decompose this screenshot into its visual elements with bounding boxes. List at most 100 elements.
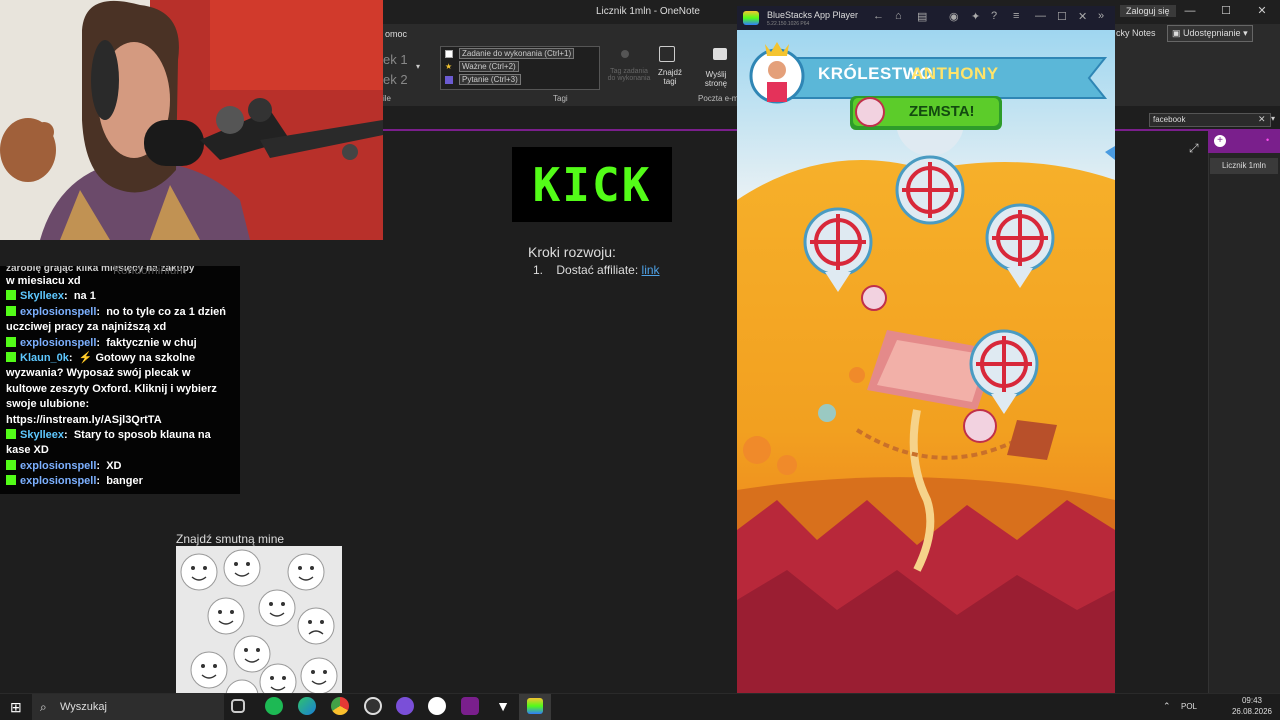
task-view-icon[interactable]: [231, 699, 245, 713]
bs-minimize-icon[interactable]: —: [1035, 10, 1046, 22]
smiley-puzzle: [176, 546, 342, 694]
style-group-label: ile: [383, 94, 392, 103]
page-star-icon: •: [1266, 135, 1270, 145]
kick-badge-icon: [6, 475, 16, 486]
rocket-icon[interactable]: ✦: [971, 10, 980, 23]
share-button[interactable]: ▣ Udostępnianie ▾: [1167, 25, 1253, 42]
chat-message: Skylleex: na 1: [6, 289, 234, 304]
expand-icon[interactable]: ⤢: [1189, 141, 1199, 156]
minimize-button[interactable]: —: [1172, 0, 1208, 24]
chat-user[interactable]: Skylleex: [20, 290, 64, 302]
chat-text: na 1: [73, 290, 96, 303]
tag-important-label: Ważne (Ctrl+2): [459, 61, 519, 72]
bluestacks-icon: [527, 698, 543, 714]
chat-message: explosionspell: no to tyle co za 1 dzień…: [6, 305, 226, 334]
search-icon: ⌕: [40, 700, 47, 714]
pages-panel: [1208, 131, 1280, 693]
chat-user[interactable]: explosionspell: [20, 337, 96, 349]
note-list-item: 1. Dostać affiliate: link: [533, 263, 660, 277]
list-text: Dostać affiliate:: [556, 263, 639, 277]
list-number: 1.: [533, 263, 544, 277]
bs-maximize-icon[interactable]: ☐: [1057, 10, 1067, 23]
game-view[interactable]: KRÓLESTWO ANTHONY ZEMSTA!: [737, 30, 1115, 700]
kick-badge-icon: [6, 459, 16, 470]
add-page-icon[interactable]: +: [1214, 135, 1226, 147]
question-icon: [445, 75, 453, 84]
account-icon[interactable]: ◉: [949, 10, 959, 23]
todo-tag-icon[interactable]: [621, 50, 629, 58]
find-tags-icon: [659, 46, 675, 62]
search-input[interactable]: facebook: [1149, 113, 1271, 127]
bluestacks-logo-icon: [743, 11, 759, 25]
note-heading: Kroki rozwoju:: [528, 244, 616, 260]
recent-apps-icon[interactable]: ▤: [917, 10, 927, 23]
tag-important[interactable]: ★ Ważne (Ctrl+2): [441, 60, 599, 73]
chrome-icon[interactable]: [331, 697, 349, 715]
back-icon[interactable]: ←: [873, 10, 884, 22]
spotify-icon[interactable]: [265, 697, 283, 715]
help-icon[interactable]: ?: [991, 10, 997, 22]
smiley-title: Znajdź smutną mine: [176, 532, 285, 546]
add-page-bar: + •: [1208, 131, 1280, 153]
chat-user[interactable]: explosionspell: [20, 460, 96, 472]
send-page-button[interactable]: Wyślij stronę pocztą e-mail: [695, 70, 737, 90]
kick-logo: KICK: [512, 147, 672, 222]
close-button[interactable]: ✕: [1244, 0, 1280, 24]
todo-tag-button[interactable]: Tag zadania do wykonania: [607, 68, 651, 82]
chat-user[interactable]: Skylleex: [20, 429, 64, 441]
edge-icon[interactable]: [298, 697, 316, 715]
game-map: [737, 30, 1115, 700]
checkbox-icon: [445, 49, 453, 58]
windows-start-icon[interactable]: ⊞: [10, 699, 22, 716]
chevron-down-icon[interactable]: ▾: [416, 62, 420, 71]
bs-close-icon[interactable]: ✕: [1078, 10, 1087, 23]
star-icon: ★: [445, 61, 453, 71]
sticky-notes-button[interactable]: cky Notes: [1116, 28, 1156, 38]
bluestacks-taskbar-active[interactable]: [519, 694, 551, 720]
tags-group-label: Tagi: [553, 94, 568, 103]
system-clock[interactable]: 09:43 26.08.2026: [1232, 695, 1272, 717]
sidebar-toggle-icon[interactable]: »: [1098, 10, 1104, 22]
clear-search-icon[interactable]: ✕: [1258, 114, 1266, 125]
tag-question[interactable]: Pytanie (Ctrl+3): [441, 73, 599, 86]
chat-user[interactable]: explosionspell: [20, 306, 96, 318]
bat-icon[interactable]: ▼: [494, 697, 512, 715]
kick-badge-icon: [6, 429, 16, 440]
chat-message: explosionspell: XD: [6, 459, 234, 474]
smiley-grid: [180, 549, 338, 694]
chat-user[interactable]: explosionspell: [20, 475, 96, 487]
window-title: Licznik 1mln - OneNote: [596, 6, 700, 17]
chat-message: explosionspell: banger: [6, 474, 234, 489]
home-icon[interactable]: ⌂: [895, 10, 902, 22]
obs-icon[interactable]: [364, 697, 382, 715]
chat-user[interactable]: Klaun_0k: [20, 352, 69, 364]
style-partial-2[interactable]: ek 2: [383, 72, 408, 87]
tag-todo-label: Zadanie do wykonania (Ctrl+1): [459, 48, 575, 59]
clock-time: 09:43: [1241, 696, 1262, 705]
webcam-overlay: [0, 0, 383, 240]
chat-text: XD: [106, 459, 122, 472]
login-button[interactable]: Zaloguj się: [1120, 5, 1176, 17]
revenge-button[interactable]: ZEMSTA!: [909, 103, 975, 120]
search-dropdown-icon[interactable]: ▾: [1271, 114, 1275, 123]
tag-todo[interactable]: Zadanie do wykonania (Ctrl+1): [441, 47, 599, 60]
taskbar-search[interactable]: ⌕ Wyszukaj: [32, 694, 224, 720]
page-item[interactable]: Licznik 1mln: [1210, 158, 1278, 174]
onenote-icon[interactable]: [461, 697, 479, 715]
tab-help[interactable]: omoc: [385, 29, 407, 39]
language-indicator[interactable]: POL: [1181, 702, 1197, 711]
kick-badge-icon: [6, 305, 16, 316]
tag-question-label: Pytanie (Ctrl+3): [459, 74, 521, 85]
tray-expand-icon[interactable]: ⌃: [1163, 701, 1171, 712]
kick-logo-text: KICK: [532, 157, 652, 212]
style-partial-1[interactable]: ek 1: [383, 52, 408, 67]
maximize-button[interactable]: ☐: [1208, 0, 1244, 24]
taskbar-search-placeholder: Wyszukaj: [60, 701, 107, 713]
kick-badge-icon: [6, 352, 16, 363]
clock-app-icon[interactable]: [428, 697, 446, 715]
app-icon[interactable]: [396, 697, 414, 715]
find-tags-button[interactable]: Znajdź tagi: [655, 68, 685, 86]
menu-icon[interactable]: ≡: [1013, 10, 1019, 22]
stream-chat: zarobię grając kilka miesięcy na zakupy …: [0, 266, 240, 494]
affiliate-link[interactable]: link: [642, 263, 660, 277]
